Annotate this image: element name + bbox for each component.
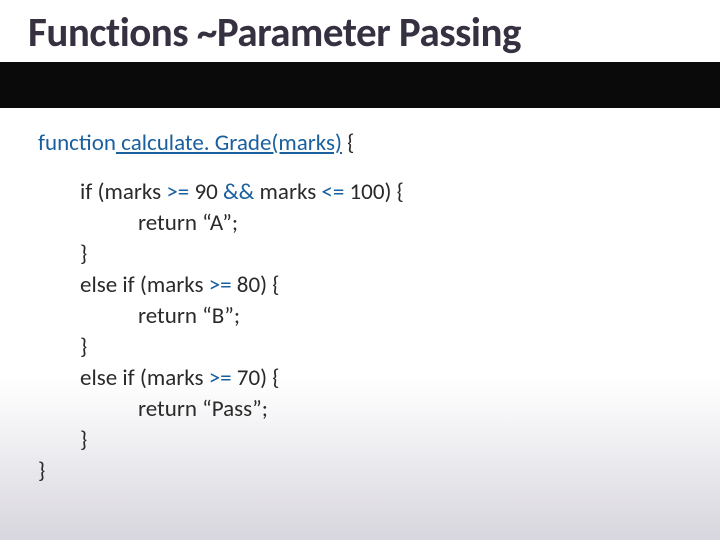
brace-open: { xyxy=(342,129,354,157)
code-line-8: else if (marks >= 70) { xyxy=(38,363,404,394)
operator-gte: >= xyxy=(166,178,189,206)
code-line-2: if (marks >= 90 && marks <= 100) { xyxy=(38,177,404,208)
text: 80) { xyxy=(232,271,280,299)
text: marks xyxy=(254,178,321,206)
text: else if (marks xyxy=(80,364,209,392)
code-line-4: } xyxy=(38,239,404,270)
text: 90 xyxy=(189,178,223,206)
operator-lte: <= xyxy=(321,178,344,206)
text: else if (marks xyxy=(80,271,209,299)
code-line-10: } xyxy=(38,425,404,456)
code-line-11: } xyxy=(38,456,404,487)
operator-and: && xyxy=(223,178,254,206)
function-name: calculate. Grade(marks) xyxy=(116,129,342,157)
code-block: function calculate. Grade(marks) { if (m… xyxy=(38,128,404,488)
slide: Functions ~Parameter Passing function ca… xyxy=(0,0,720,540)
return-b: return “B”; xyxy=(138,302,240,330)
brace: } xyxy=(80,426,87,454)
brace-close: } xyxy=(38,457,45,485)
code-body: if (marks >= 90 && marks <= 100) { retur… xyxy=(38,177,404,487)
code-line-5: else if (marks >= 80) { xyxy=(38,270,404,301)
code-line-7: } xyxy=(38,332,404,363)
return-a: return “A”; xyxy=(138,209,238,237)
operator-gte: >= xyxy=(209,364,232,392)
return-pass: return “Pass”; xyxy=(138,395,268,423)
code-line-9: return “Pass”; xyxy=(38,394,404,425)
keyword-function: function xyxy=(38,129,116,157)
code-line-6: return “B”; xyxy=(38,301,404,332)
title-band xyxy=(0,62,720,108)
brace: } xyxy=(80,333,87,361)
text: 100) { xyxy=(344,178,404,206)
brace: } xyxy=(80,240,87,268)
code-line-3: return “A”; xyxy=(38,208,404,239)
operator-gte: >= xyxy=(209,271,232,299)
code-line-1: function calculate. Grade(marks) { xyxy=(38,128,404,159)
text: 70) { xyxy=(232,364,280,392)
page-title: Functions ~Parameter Passing xyxy=(28,8,521,58)
text: if (marks xyxy=(80,178,166,206)
